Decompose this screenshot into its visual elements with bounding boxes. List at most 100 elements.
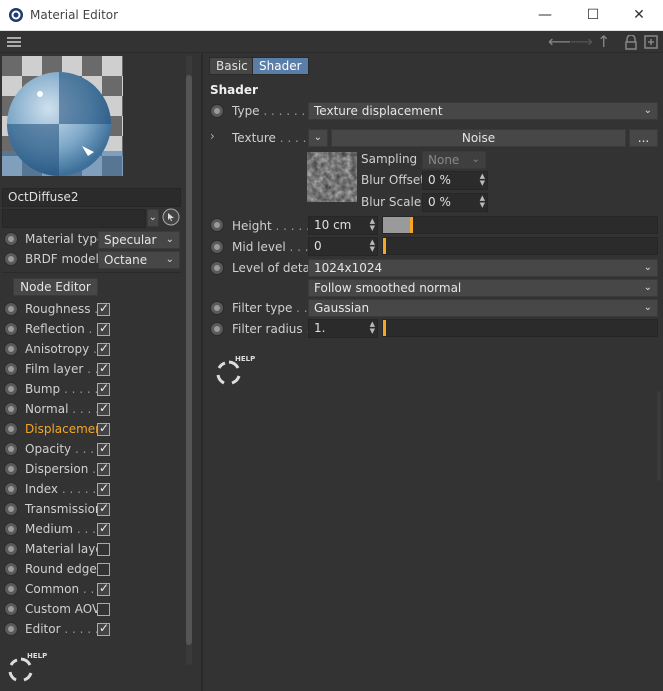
sampling-dropdown[interactable]: None ⌄ (422, 151, 486, 169)
back-arrow-icon[interactable]: ⟵ (548, 32, 571, 52)
level-of-detail-radio[interactable] (210, 261, 224, 275)
channel-label[interactable]: Editor . . . . . (25, 622, 99, 636)
channel-label[interactable]: Medium . . . (25, 522, 96, 536)
material-preview[interactable] (2, 56, 123, 176)
help-octane-logo-icon[interactable]: HELP (5, 650, 47, 686)
channel-checkbox[interactable] (97, 461, 110, 476)
channel-row[interactable]: Displacement (0, 420, 183, 438)
channel-radio[interactable] (4, 582, 18, 596)
channel-row[interactable]: Film layer . . (0, 360, 183, 378)
channel-radio[interactable] (4, 402, 18, 416)
brdf-model-radio[interactable] (4, 252, 18, 266)
channel-checkbox[interactable] (97, 381, 110, 396)
channel-label[interactable]: Material layer (25, 542, 108, 556)
channel-label[interactable]: Reflection . . (25, 322, 100, 336)
channel-radio[interactable] (4, 602, 18, 616)
channel-checkbox[interactable] (97, 481, 110, 496)
channel-row[interactable]: Roughness . (0, 300, 183, 318)
up-arrow-icon[interactable]: ↑ (597, 32, 610, 52)
right-scrollbar[interactable] (657, 391, 661, 481)
texture-more-button[interactable]: ... (629, 129, 658, 147)
height-radio[interactable] (210, 218, 224, 232)
noise-thumbnail[interactable] (307, 152, 357, 202)
channel-row[interactable]: Round edges (0, 560, 183, 578)
channel-checkbox[interactable] (97, 621, 110, 636)
channel-label[interactable]: Opacity . . . . (25, 442, 102, 456)
menu-icon[interactable] (7, 37, 21, 47)
channel-label[interactable]: Anisotropy . (25, 342, 97, 356)
help-octane-logo-icon[interactable]: HELP (213, 353, 255, 389)
material-type-radio[interactable] (4, 232, 18, 246)
mid-level-radio[interactable] (210, 240, 224, 254)
close-button[interactable]: ✕ (627, 4, 651, 26)
maximize-button[interactable]: ☐ (581, 4, 605, 26)
left-scrollbar[interactable] (186, 55, 192, 665)
channel-row[interactable]: Reflection . . (0, 320, 183, 338)
mid-level-field[interactable]: 0 ▲ ▼ (308, 237, 378, 256)
channel-radio[interactable] (4, 422, 18, 436)
channel-label[interactable]: Displacement (25, 422, 108, 436)
channel-checkbox[interactable] (97, 321, 110, 336)
channel-radio[interactable] (4, 322, 18, 336)
channel-row[interactable]: Common . . (0, 580, 183, 598)
channel-radio[interactable] (4, 562, 18, 576)
blur-offset-field[interactable]: 0 % ▲ ▼ (422, 171, 488, 190)
channel-row[interactable]: Medium . . . (0, 520, 183, 538)
filter-type-radio[interactable] (210, 301, 224, 315)
channel-label[interactable]: Bump . . . . . (25, 382, 98, 396)
channel-radio[interactable] (4, 622, 18, 636)
filter-type-dropdown[interactable]: Gaussian ⌄ (308, 299, 658, 317)
level-of-detail-dropdown[interactable]: 1024x1024 ⌄ (308, 259, 658, 277)
tab-basic[interactable]: Basic (209, 57, 255, 75)
channel-radio[interactable] (4, 542, 18, 556)
channel-radio[interactable] (4, 522, 18, 536)
channel-row[interactable]: Normal . . . . (0, 400, 183, 418)
channel-checkbox[interactable] (97, 501, 110, 516)
material-link-field[interactable] (2, 209, 146, 228)
height-field[interactable]: 10 cm ▲ ▼ (308, 216, 378, 235)
height-slider[interactable] (382, 216, 658, 234)
link-dropdown-button[interactable]: ⌄ (147, 209, 159, 227)
channel-row[interactable]: Editor . . . . . (0, 620, 183, 638)
channel-checkbox[interactable] (97, 341, 110, 356)
channel-row[interactable]: Index . . . . . (0, 480, 183, 498)
channel-row[interactable]: Opacity . . . . (0, 440, 183, 458)
channel-checkbox[interactable] (97, 301, 110, 316)
channel-label[interactable]: Roughness . (25, 302, 98, 316)
minimize-button[interactable]: — (533, 4, 557, 26)
normal-mode-dropdown[interactable]: Follow smoothed normal ⌄ (308, 279, 658, 297)
expand-texture-icon[interactable]: › (210, 129, 215, 143)
channel-radio[interactable] (4, 442, 18, 456)
material-name-field[interactable]: OctDiffuse2 (2, 188, 181, 207)
channel-row[interactable]: Anisotropy . (0, 340, 183, 358)
channel-row[interactable]: Transmission (0, 500, 183, 518)
channel-row[interactable]: Material layer (0, 540, 183, 558)
channel-checkbox[interactable] (97, 563, 110, 576)
texture-menu-button[interactable]: ⌄ (308, 129, 328, 147)
channel-label[interactable]: Normal . . . . (25, 402, 99, 416)
channel-label[interactable]: Round edges (25, 562, 103, 576)
channel-label[interactable]: Custom AOV (25, 602, 100, 616)
channel-label[interactable]: Dispersion . (25, 462, 96, 476)
texture-shader-button[interactable]: Noise (331, 129, 626, 147)
channel-label[interactable]: Common . . (25, 582, 94, 596)
filter-radius-field[interactable]: 1. ▲ ▼ (308, 319, 378, 338)
channel-checkbox[interactable] (97, 421, 110, 436)
channel-row[interactable]: Dispersion . (0, 460, 183, 478)
node-editor-button[interactable]: Node Editor (13, 278, 98, 296)
material-type-dropdown[interactable]: Specular ⌄ (98, 231, 180, 249)
channel-radio[interactable] (4, 362, 18, 376)
new-panel-icon[interactable] (644, 35, 658, 49)
channel-checkbox[interactable] (97, 581, 110, 596)
channel-checkbox[interactable] (97, 603, 110, 616)
channel-label[interactable]: Index . . . . . (25, 482, 96, 496)
brdf-model-dropdown[interactable]: Octane ⌄ (98, 251, 180, 269)
channel-radio[interactable] (4, 502, 18, 516)
filter-radius-radio[interactable] (210, 322, 224, 336)
channel-label[interactable]: Transmission (25, 502, 103, 516)
tab-shader[interactable]: Shader (252, 57, 309, 75)
channel-row[interactable]: Custom AOV (0, 600, 183, 618)
channel-checkbox[interactable] (97, 441, 110, 456)
forward-arrow-icon[interactable]: ⟶ (570, 32, 593, 52)
channel-radio[interactable] (4, 382, 18, 396)
